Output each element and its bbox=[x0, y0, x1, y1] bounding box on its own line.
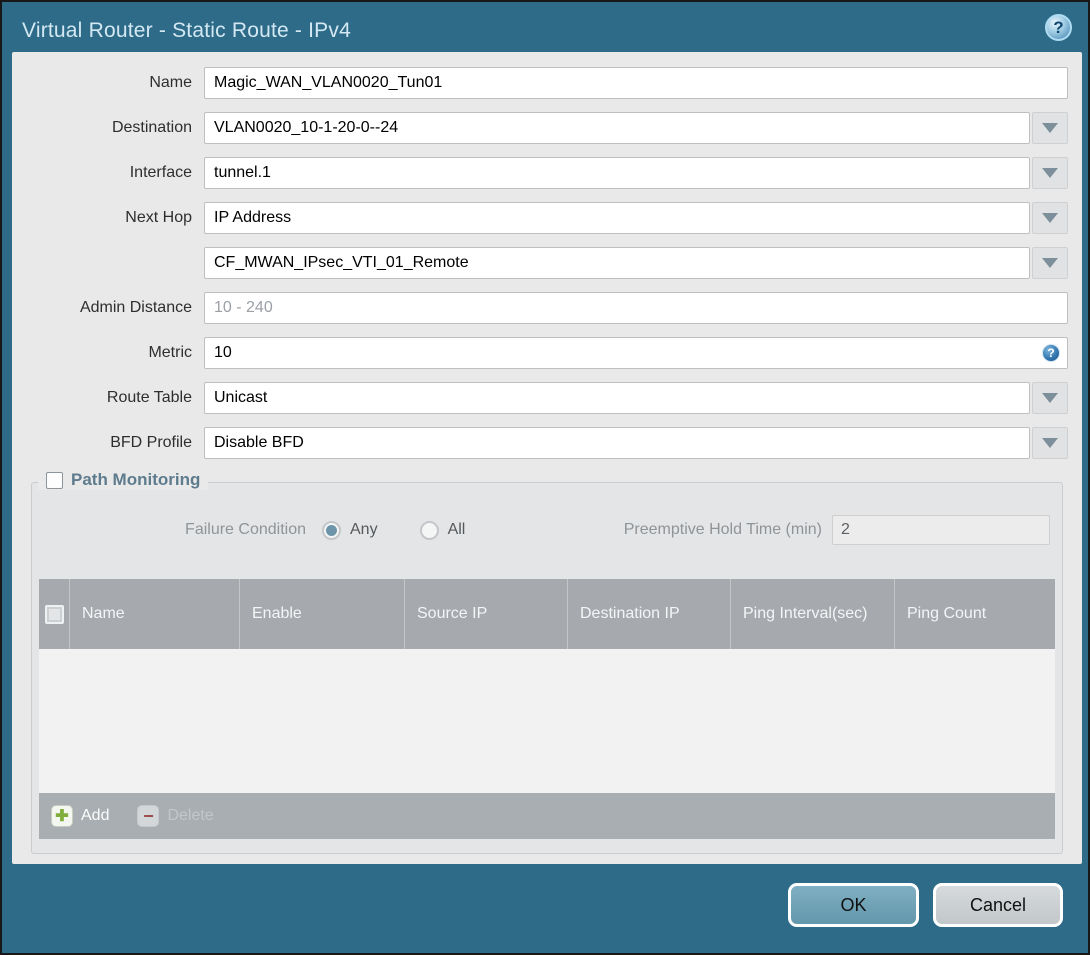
dialog-title: Virtual Router - Static Route - IPv4 bbox=[22, 19, 351, 42]
path-monitoring-checkbox[interactable] bbox=[46, 471, 63, 489]
radio-any[interactable] bbox=[322, 520, 341, 540]
radio-dot bbox=[326, 524, 337, 536]
delete-button-label: Delete bbox=[167, 807, 214, 824]
add-icon: ✚ bbox=[51, 805, 73, 827]
route-table-dropdown-button[interactable] bbox=[1032, 382, 1068, 414]
path-monitoring-table: Name Enable Source IP Destination IP Pin… bbox=[39, 579, 1055, 839]
table-body-empty bbox=[39, 649, 1055, 793]
route-table-input[interactable] bbox=[204, 382, 1030, 414]
form-row-next-hop-address bbox=[12, 247, 1068, 279]
column-header-name[interactable]: Name bbox=[69, 579, 239, 649]
bfd-profile-input[interactable] bbox=[204, 427, 1030, 459]
metric-help-icon[interactable]: ? bbox=[1042, 344, 1060, 362]
name-input[interactable] bbox=[204, 67, 1068, 99]
failure-condition-label: Failure Condition bbox=[185, 521, 306, 538]
route-table-label: Route Table bbox=[106, 389, 192, 406]
path-monitoring-title: Path Monitoring bbox=[71, 470, 201, 489]
path-monitoring-legend: Path Monitoring bbox=[38, 470, 209, 490]
form-row-name: Name bbox=[12, 67, 1068, 99]
next-hop-label: Next Hop bbox=[125, 209, 192, 226]
chevron-down-icon bbox=[1042, 258, 1058, 268]
path-monitoring-section: Path Monitoring Failure Condition Any Al… bbox=[31, 470, 1063, 854]
interface-label: Interface bbox=[129, 164, 192, 181]
form-row-route-table: Route Table bbox=[12, 382, 1068, 414]
chevron-down-icon bbox=[1042, 393, 1058, 403]
chevron-down-icon bbox=[1042, 123, 1058, 133]
select-all-checkbox[interactable] bbox=[44, 604, 64, 624]
metric-input[interactable] bbox=[204, 337, 1068, 369]
form-row-bfd-profile: BFD Profile bbox=[12, 427, 1068, 459]
failure-condition-any-option: Any bbox=[322, 520, 378, 540]
bfd-profile-dropdown-button[interactable] bbox=[1032, 427, 1068, 459]
ok-button[interactable]: OK bbox=[788, 883, 919, 927]
chevron-down-icon bbox=[1042, 168, 1058, 178]
name-label: Name bbox=[149, 74, 192, 91]
chevron-down-icon bbox=[1042, 213, 1058, 223]
form-row-metric: Metric ? bbox=[12, 337, 1068, 369]
interface-input[interactable] bbox=[204, 157, 1030, 189]
admin-distance-input[interactable] bbox=[204, 292, 1068, 324]
delete-icon: − bbox=[137, 805, 160, 827]
metric-label: Metric bbox=[148, 344, 192, 361]
column-header-source-ip[interactable]: Source IP bbox=[404, 579, 567, 649]
form-panel: Name Destination Interface Next Hop bbox=[12, 52, 1082, 864]
form-row-admin-distance: Admin Distance bbox=[12, 292, 1068, 324]
add-button-label: Add bbox=[81, 807, 110, 824]
form-row-destination: Destination bbox=[12, 112, 1068, 144]
destination-label: Destination bbox=[111, 119, 192, 136]
radio-all[interactable] bbox=[419, 520, 439, 540]
radio-any-label: Any bbox=[350, 521, 378, 538]
table-header-row: Name Enable Source IP Destination IP Pin… bbox=[39, 579, 1055, 649]
radio-all-label: All bbox=[447, 521, 466, 538]
next-hop-dropdown-button[interactable] bbox=[1032, 202, 1068, 234]
column-header-ping-interval[interactable]: Ping Interval(sec) bbox=[730, 579, 894, 649]
next-hop-address-input[interactable] bbox=[204, 247, 1030, 279]
dialog-window: Virtual Router - Static Route - IPv4 ? N… bbox=[0, 0, 1090, 955]
next-hop-type-input[interactable] bbox=[204, 202, 1030, 234]
column-header-enable[interactable]: Enable bbox=[239, 579, 404, 649]
chevron-down-icon bbox=[1042, 438, 1058, 448]
cancel-button[interactable]: Cancel bbox=[933, 883, 1063, 927]
help-icon[interactable]: ? bbox=[1045, 14, 1072, 41]
failure-condition-row: Failure Condition Any All Preemptive Hol… bbox=[32, 515, 1062, 545]
admin-distance-label: Admin Distance bbox=[79, 299, 192, 316]
column-header-destination-ip[interactable]: Destination IP bbox=[567, 579, 730, 649]
preemptive-hold-time-input[interactable] bbox=[832, 515, 1050, 545]
bfd-profile-label: BFD Profile bbox=[110, 434, 192, 451]
interface-dropdown-button[interactable] bbox=[1032, 157, 1068, 189]
form-row-interface: Interface bbox=[12, 157, 1068, 189]
destination-input[interactable] bbox=[204, 112, 1030, 144]
add-button[interactable]: ✚ Add bbox=[51, 805, 109, 827]
next-hop-address-dropdown-button[interactable] bbox=[1032, 247, 1068, 279]
table-header-checkbox-cell bbox=[39, 579, 69, 649]
table-footer-toolbar: ✚ Add − Delete bbox=[39, 793, 1055, 839]
dialog-titlebar: Virtual Router - Static Route - IPv4 ? bbox=[12, 10, 1078, 52]
failure-condition-all-option: All bbox=[419, 520, 466, 540]
form-row-next-hop: Next Hop bbox=[12, 202, 1068, 234]
delete-button[interactable]: − Delete bbox=[137, 805, 214, 827]
column-header-ping-count[interactable]: Ping Count bbox=[894, 579, 1055, 649]
destination-dropdown-button[interactable] bbox=[1032, 112, 1068, 144]
preemptive-hold-time-label: Preemptive Hold Time (min) bbox=[623, 521, 822, 538]
